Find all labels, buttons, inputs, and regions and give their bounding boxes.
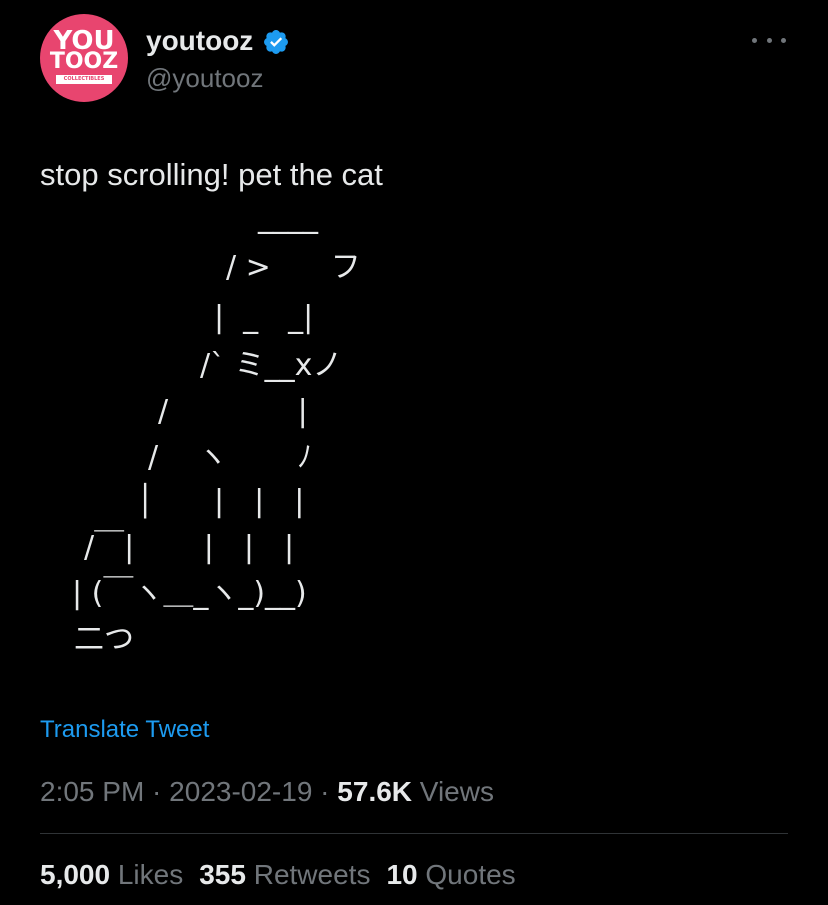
retweets-label: Retweets [245,859,371,890]
ascii-cat-art: ____ / > フ | _ _| /` ミ__xノ / | / ヽ ﾉ │ |… [0,200,828,676]
divider [40,833,788,834]
translate-tweet-link[interactable]: Translate Tweet [40,714,209,746]
ascii-line: / ヽ ﾉ [148,440,313,475]
ascii-line: │ | | | [136,484,305,519]
meta-separator: · [312,776,338,807]
quotes-label: Quotes [417,859,516,890]
ascii-line: /￣| | | | [84,530,295,565]
more-options-icon[interactable] [752,32,786,48]
likes-label: Likes [110,859,184,890]
more-dot [781,37,786,43]
tweet-date[interactable]: 2023-02-19 [169,776,312,807]
ascii-line: | _ _| [214,300,314,335]
likes-count: 5,000 [40,859,111,890]
author-handle[interactable]: @youtooz [146,62,263,94]
avatar-logo-strip: COLLECTIBLES [56,75,112,84]
avatar-logo-bottom: TOOZ [49,49,119,74]
tweet-meta: 2:05 PM · 2023-02-19 · 57.6K Views [40,774,494,810]
ascii-line: / | [158,394,308,429]
avatar[interactable]: YOU TOOZ COLLECTIBLES [40,14,128,102]
tweet-stats: 5,000 Likes 355 Retweets 10 Quotes [40,857,516,893]
tweet-time[interactable]: 2:05 PM [40,776,144,807]
ascii-line: | (￣ヽ＿_ヽ_)__) [72,576,307,611]
more-dot [766,37,772,43]
views-label: Views [412,776,494,807]
views-count: 57.6K [337,776,413,807]
ascii-line: ____ [258,200,318,235]
retweets-count: 355 [199,859,246,890]
ascii-line: / > フ [226,250,361,285]
ascii-line: 二つ [74,622,134,657]
more-dot [752,37,757,43]
verified-badge-icon [264,30,288,54]
quotes-count: 10 [386,859,418,890]
likes-stat[interactable]: 5,000 Likes [40,857,183,893]
retweets-stat[interactable]: 355 Retweets [199,857,370,893]
author-name[interactable]: youtooz [146,24,253,58]
ascii-line: /` ミ__xノ [200,348,343,383]
quotes-stat[interactable]: 10 Quotes [386,857,515,893]
tweet-text: stop scrolling! pet the cat [40,157,383,192]
meta-separator: · [144,776,170,807]
